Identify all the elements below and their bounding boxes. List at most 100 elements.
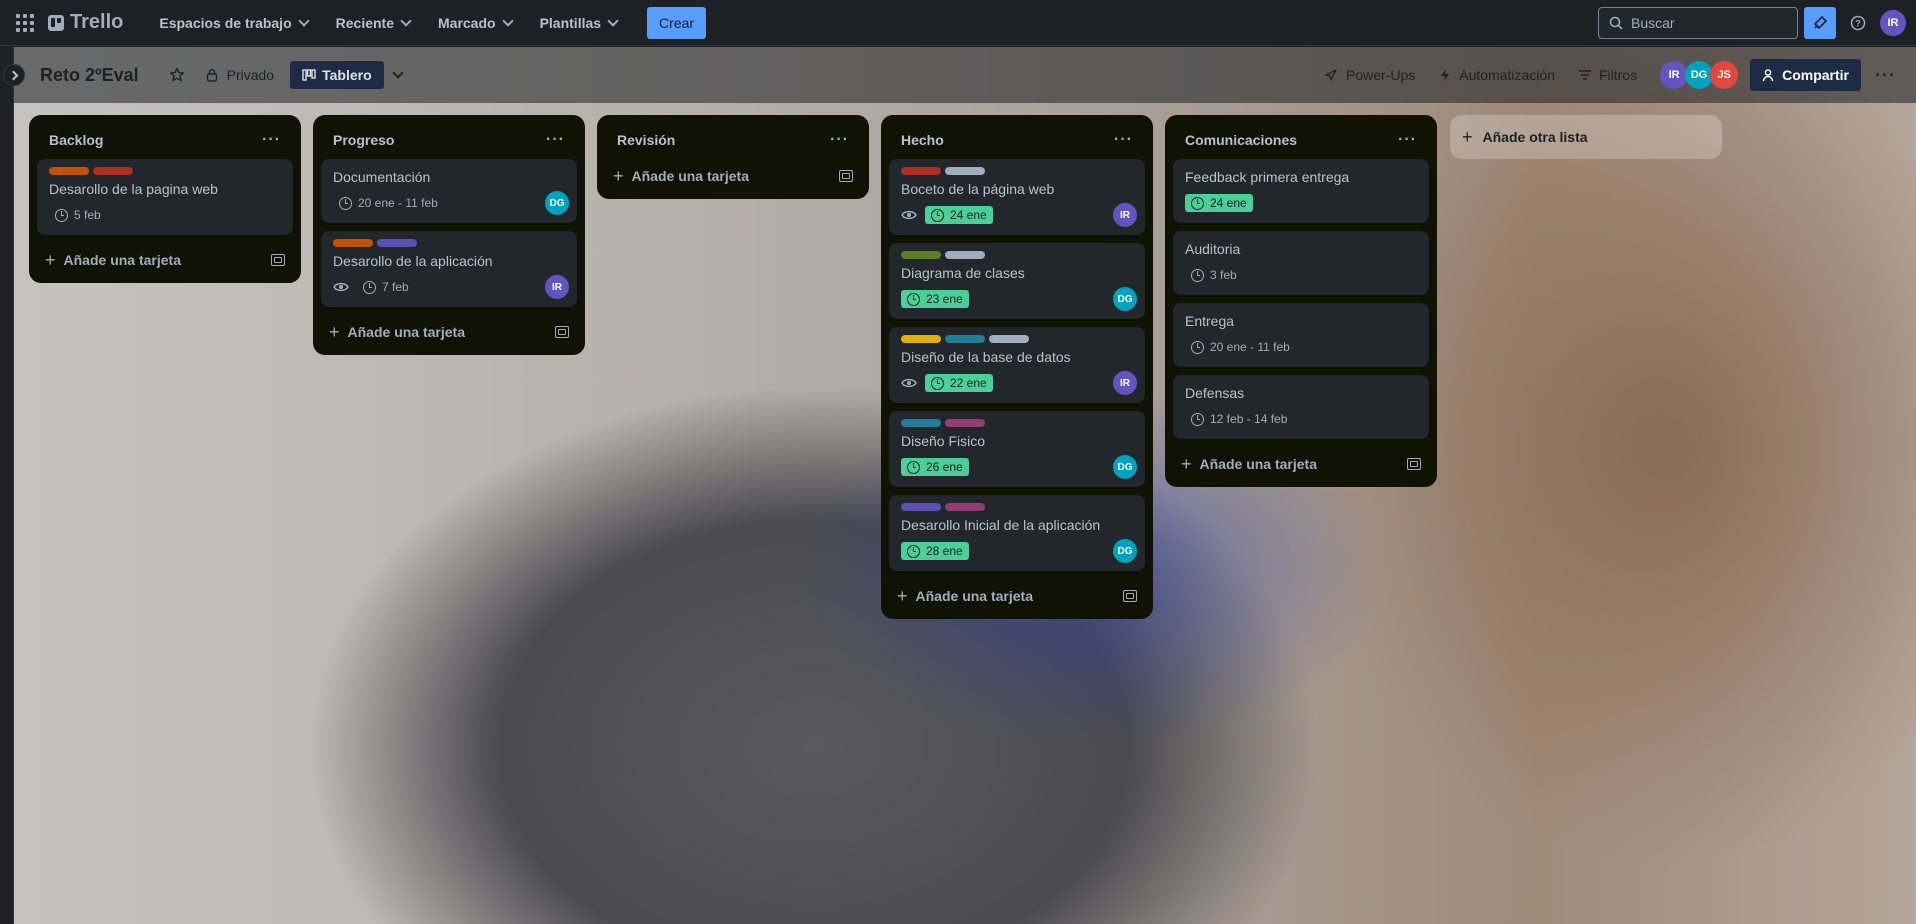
view-switcher-button[interactable] bbox=[384, 67, 412, 83]
card[interactable]: Desarollo de la pagina web 5 feb bbox=[37, 159, 293, 235]
due-date-badge[interactable]: 5 feb bbox=[49, 206, 107, 224]
search-input[interactable] bbox=[1631, 14, 1781, 31]
card-member-avatar[interactable]: IR bbox=[545, 275, 569, 299]
card[interactable]: Desarollo Inicial de la aplicación 28 ene… bbox=[889, 495, 1145, 571]
list-menu-button[interactable]: ··· bbox=[546, 131, 565, 149]
card-label[interactable] bbox=[945, 167, 985, 175]
card-label[interactable] bbox=[901, 251, 941, 259]
board-menu-button[interactable]: ··· bbox=[1865, 65, 1906, 86]
board-header: Reto 2ºEval Privado Tablero Power-Ups Au… bbox=[14, 47, 1916, 103]
list-menu-button[interactable]: ··· bbox=[1398, 131, 1417, 149]
card-label[interactable] bbox=[333, 239, 373, 247]
filters-button[interactable]: Filtros bbox=[1569, 61, 1647, 89]
add-card-button[interactable]: + Añade una tarjeta bbox=[889, 579, 1145, 611]
share-button[interactable]: Compartir bbox=[1750, 59, 1862, 91]
clock-icon bbox=[1191, 268, 1204, 282]
due-date-badge[interactable]: 20 ene - 11 feb bbox=[1185, 338, 1296, 356]
brand-name: Trello bbox=[70, 11, 124, 33]
create-from-template-icon[interactable] bbox=[555, 326, 569, 338]
add-card-button[interactable]: + Añade una tarjeta bbox=[321, 315, 577, 347]
due-date-badge[interactable]: 7 feb bbox=[357, 278, 415, 296]
list-menu-button[interactable]: ··· bbox=[1114, 131, 1133, 149]
due-date-badge[interactable]: 24 ene bbox=[925, 206, 993, 224]
due-date-badge[interactable]: 28 ene bbox=[901, 542, 969, 560]
create-from-template-icon[interactable] bbox=[839, 170, 853, 182]
card[interactable]: Defensas 12 feb - 14 feb bbox=[1173, 375, 1429, 439]
due-date-badge[interactable]: 20 ene - 11 feb bbox=[333, 194, 444, 212]
notifications-button[interactable] bbox=[1804, 6, 1836, 39]
member-avatar[interactable]: DG bbox=[1685, 61, 1714, 89]
card-label[interactable] bbox=[989, 335, 1029, 343]
card[interactable]: Documentación 20 ene - 11 feb DG bbox=[321, 159, 577, 223]
card-label[interactable] bbox=[901, 167, 941, 175]
card-member-avatar[interactable]: DG bbox=[1113, 455, 1137, 479]
list-title[interactable]: Hecho bbox=[901, 132, 944, 148]
list-title[interactable]: Backlog bbox=[49, 132, 103, 148]
card-label[interactable] bbox=[49, 167, 89, 175]
create-from-template-icon[interactable] bbox=[1407, 458, 1421, 470]
card-label[interactable] bbox=[945, 503, 985, 511]
card-label[interactable] bbox=[901, 503, 941, 511]
list-menu-button[interactable]: ··· bbox=[262, 131, 281, 149]
due-date-badge[interactable]: 23 ene bbox=[901, 290, 969, 308]
list-title[interactable]: Progreso bbox=[333, 132, 394, 148]
card-badges: 20 ene - 11 feb bbox=[1185, 335, 1417, 359]
card[interactable]: Diseño de la base de datos 22 ene IR bbox=[889, 327, 1145, 403]
member-avatar[interactable]: JS bbox=[1710, 61, 1739, 89]
due-date-badge[interactable]: 26 ene bbox=[901, 458, 969, 476]
due-date-badge[interactable]: 3 feb bbox=[1185, 266, 1243, 284]
trello-logo[interactable]: Trello bbox=[48, 11, 123, 34]
card[interactable]: Diagrama de clases 23 ene DG bbox=[889, 243, 1145, 319]
card-label[interactable] bbox=[93, 167, 133, 175]
nav-templates[interactable]: Plantillas bbox=[528, 9, 629, 37]
due-date-badge[interactable]: 22 ene bbox=[925, 374, 993, 392]
card-member-avatar[interactable]: DG bbox=[1113, 287, 1137, 311]
card[interactable]: Boceto de la página web 24 ene IR bbox=[889, 159, 1145, 235]
expand-sidebar-button[interactable] bbox=[3, 64, 25, 86]
visibility-button[interactable]: Privado bbox=[195, 61, 284, 89]
nav-starred[interactable]: Marcado bbox=[426, 9, 524, 37]
star-board-button[interactable] bbox=[159, 61, 195, 89]
create-from-template-icon[interactable] bbox=[1123, 590, 1137, 602]
card[interactable]: Auditoria 3 feb bbox=[1173, 231, 1429, 295]
card-label[interactable] bbox=[945, 251, 985, 259]
due-date-badge[interactable]: 12 feb - 14 feb bbox=[1185, 410, 1293, 428]
app-switcher-icon[interactable] bbox=[14, 12, 36, 34]
help-button[interactable]: ? bbox=[1842, 7, 1874, 39]
card-member-avatar[interactable]: IR bbox=[1113, 203, 1137, 227]
add-card-button[interactable]: + Añade una tarjeta bbox=[1173, 447, 1429, 479]
list-title[interactable]: Revisión bbox=[617, 132, 675, 148]
create-from-template-icon[interactable] bbox=[271, 254, 285, 266]
card[interactable]: Desarollo de la aplicación 7 feb IR bbox=[321, 231, 577, 307]
automation-button[interactable]: Automatización bbox=[1429, 61, 1565, 89]
list-menu-button[interactable]: ··· bbox=[830, 131, 849, 149]
card-member-avatar[interactable]: IR bbox=[1113, 371, 1137, 395]
add-card-button[interactable]: + Añade una tarjeta bbox=[37, 243, 293, 275]
due-date-badge[interactable]: 24 ene bbox=[1185, 194, 1253, 212]
card-member-avatar[interactable]: DG bbox=[1113, 539, 1137, 563]
card-label[interactable] bbox=[945, 335, 985, 343]
user-avatar[interactable]: IR bbox=[1880, 9, 1906, 36]
card-member-avatar[interactable]: DG bbox=[545, 191, 569, 215]
list-title[interactable]: Comunicaciones bbox=[1185, 132, 1297, 148]
nav-recent-label: Reciente bbox=[335, 14, 394, 31]
add-card-button[interactable]: + Añade una tarjeta bbox=[605, 159, 861, 191]
create-button[interactable]: Crear bbox=[647, 6, 707, 39]
member-avatar[interactable]: IR bbox=[1660, 61, 1689, 89]
nav-recent[interactable]: Reciente bbox=[324, 9, 422, 37]
power-ups-button[interactable]: Power-Ups bbox=[1314, 61, 1425, 89]
card[interactable]: Diseño Fisico 26 ene DG bbox=[889, 411, 1145, 487]
card-label[interactable] bbox=[945, 419, 985, 427]
card[interactable]: Feedback primera entrega 24 ene bbox=[1173, 159, 1429, 223]
card[interactable]: Entrega 20 ene - 11 feb bbox=[1173, 303, 1429, 367]
card-label[interactable] bbox=[901, 419, 941, 427]
list-header: Hecho ··· bbox=[889, 123, 1145, 159]
board-view-button[interactable]: Tablero bbox=[290, 61, 384, 89]
search-field[interactable] bbox=[1598, 6, 1798, 39]
card-label[interactable] bbox=[901, 335, 941, 343]
nav-workspaces[interactable]: Espacios de trabajo bbox=[147, 9, 319, 37]
board-title[interactable]: Reto 2ºEval bbox=[40, 65, 139, 86]
add-list-button[interactable]: + Añade otra lista bbox=[1450, 115, 1722, 159]
card-label[interactable] bbox=[377, 239, 417, 247]
chevron-down-icon bbox=[297, 14, 310, 27]
